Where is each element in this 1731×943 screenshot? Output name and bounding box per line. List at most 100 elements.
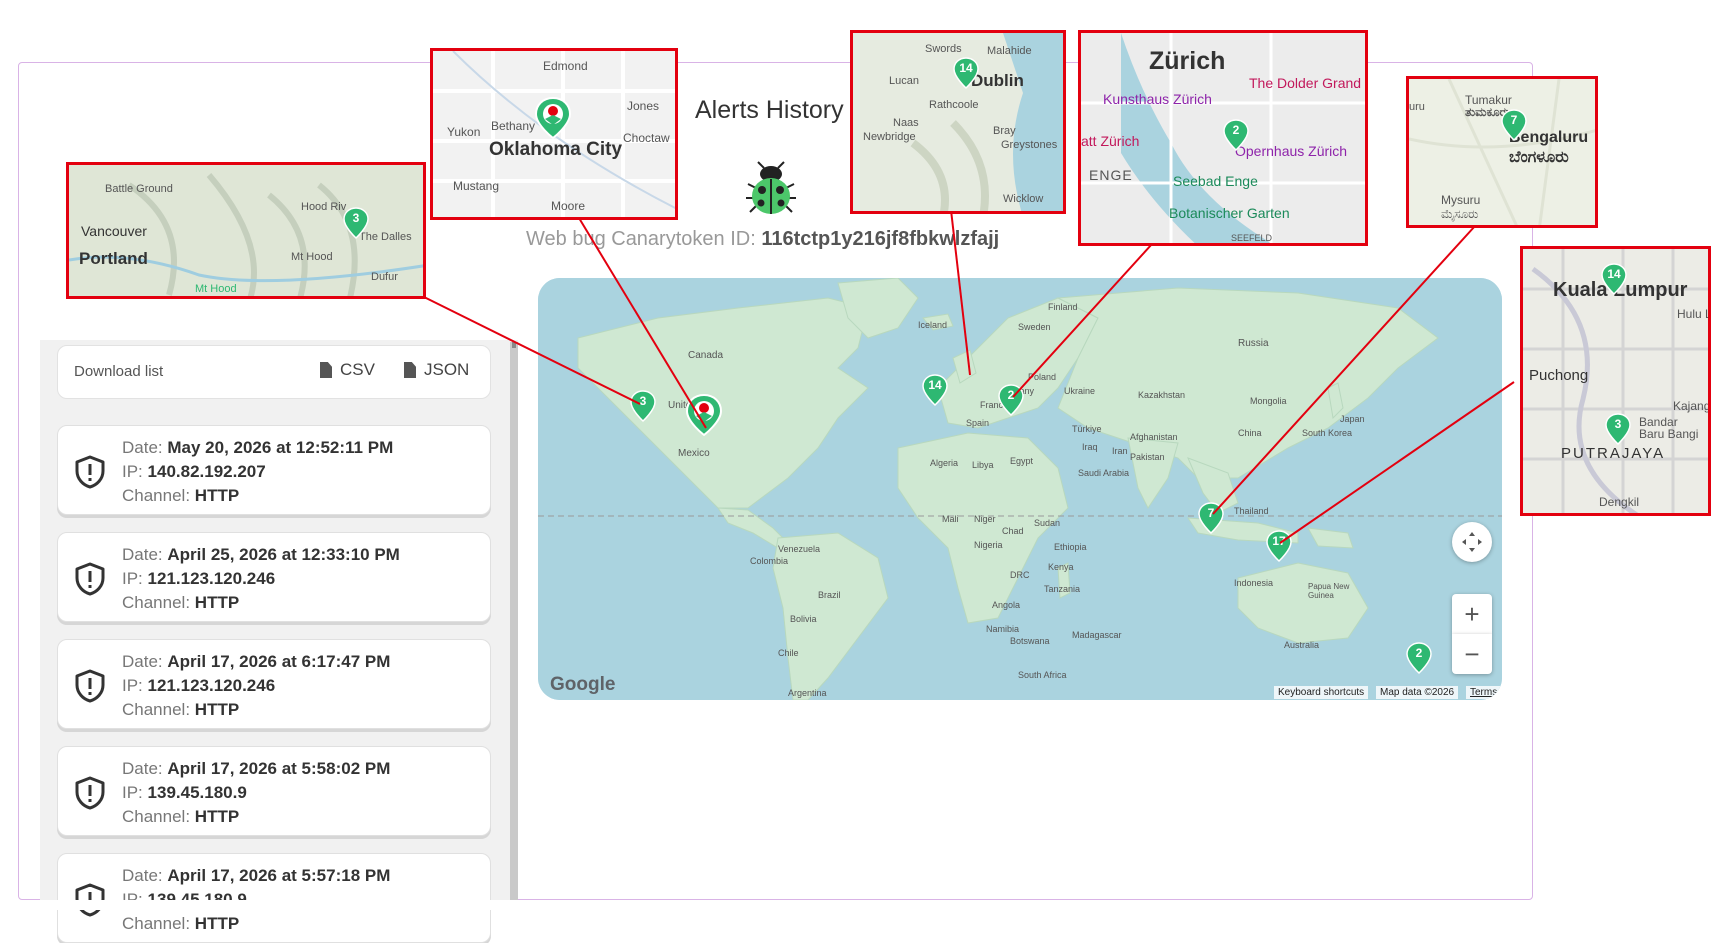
cluster-marker[interactable] [1605, 413, 1631, 445]
map-label: Chile [778, 648, 799, 658]
world-map[interactable]: Canada United Mexico Iceland Finland Swe… [538, 278, 1502, 700]
cluster-marker[interactable] [998, 384, 1024, 416]
fullscreen-button[interactable] [1452, 522, 1492, 562]
inset-dublin: Swords Malahide Lucan Dublin Rathcoole N… [850, 30, 1066, 214]
inset-label: Bethany [491, 119, 536, 133]
date-label: Date: [122, 545, 163, 564]
inset-label: Malahide [987, 45, 1032, 57]
inset-label: uru [1409, 101, 1425, 113]
json-file-icon [404, 362, 416, 378]
keyboard-shortcuts-link[interactable]: Keyboard shortcuts [1274, 686, 1369, 699]
csv-file-icon [320, 362, 332, 378]
inset-label: SEEFELD [1231, 233, 1273, 243]
alert-date: May 20, 2026 at 12:52:11 PM [167, 438, 394, 457]
map-label: Iran [1112, 446, 1128, 456]
map-label: Australia [1284, 640, 1320, 650]
canarytoken-id: Web bug Canarytoken ID: 116tctp1y216jf8f… [526, 228, 999, 251]
alert-item[interactable]: Date: April 25, 2026 at 12:33:10 PM IP: … [57, 532, 491, 622]
shield-alert-icon [75, 776, 105, 810]
map-label: Kenya [1048, 562, 1074, 572]
cluster-marker[interactable] [1266, 530, 1292, 562]
map-label: Poland [1028, 372, 1057, 382]
download-list-box: Download list CSV JSON [57, 345, 491, 399]
inset-label: Choctaw [623, 131, 670, 145]
bottom-mask [18, 900, 1538, 910]
inset-label: Mustang [453, 179, 500, 193]
map-label: Finland [1048, 302, 1078, 312]
cluster-marker[interactable] [922, 374, 948, 406]
map-label: Indonesia [1234, 578, 1274, 588]
cluster-marker[interactable] [1406, 642, 1432, 674]
inset-label: Portland [79, 249, 148, 268]
inset-label: Jones [627, 99, 660, 113]
map-label: Madagascar [1072, 630, 1122, 640]
map-label: Nigeria [974, 540, 1003, 550]
ladybug-icon [746, 161, 796, 214]
inset-label: Yukon [447, 125, 481, 139]
inset-label: Newbridge [863, 131, 916, 143]
cluster-marker[interactable] [343, 207, 369, 239]
zoom-out-button[interactable]: − [1452, 634, 1492, 674]
download-json-button[interactable]: JSON [404, 360, 469, 380]
alert-ip: 139.45.180.9 [147, 783, 247, 802]
map-label: Angola [992, 600, 1021, 610]
alerts-list-scrollbar[interactable] [510, 342, 518, 902]
alert-item[interactable]: Date: April 17, 2026 at 6:17:47 PM IP: 1… [57, 639, 491, 729]
cluster-marker[interactable] [953, 57, 979, 89]
map-label: Sweden [1018, 322, 1051, 332]
map-label: Argentina [788, 688, 827, 698]
cluster-marker[interactable] [1501, 109, 1527, 141]
cluster-marker[interactable] [1601, 263, 1627, 295]
inset-label: att Zürich [1081, 133, 1140, 149]
shield-alert-icon [75, 562, 105, 596]
location-marker-icon[interactable] [535, 97, 571, 139]
map-label: Canada [688, 350, 724, 361]
map-label: South Korea [1302, 428, 1353, 438]
inset-label: ಮೈಸೂರು [1441, 207, 1479, 221]
channel-label: Channel: [122, 486, 191, 505]
alert-ip: 121.123.120.246 [147, 676, 276, 695]
inset-label: Botanischer Garten [1169, 205, 1290, 221]
map-label: Russia [1238, 338, 1269, 349]
ip-label: IP: [122, 783, 143, 802]
shield-alert-icon [75, 669, 105, 703]
inset-label: Greystones [1001, 139, 1058, 151]
alert-item[interactable]: Date: April 17, 2026 at 5:58:02 PM IP: 1… [57, 746, 491, 836]
inset-zurich: Zürich The Dolder Grand Kunsthaus Zürich… [1078, 30, 1368, 246]
date-label: Date: [122, 438, 163, 457]
map-label: Algeria [930, 458, 959, 468]
download-csv-button[interactable]: CSV [320, 360, 375, 380]
date-label: Date: [122, 759, 163, 778]
location-marker-icon[interactable] [686, 394, 722, 436]
inset-label: Rathcoole [929, 99, 979, 111]
inset-label: Dufur [371, 271, 398, 283]
inset-label: The Dolder Grand [1249, 75, 1362, 91]
cluster-marker[interactable] [1223, 119, 1249, 151]
map-label: Tanzania [1044, 584, 1081, 594]
inset-label: Baru Bangi [1639, 427, 1699, 441]
alert-date: April 25, 2026 at 12:33:10 PM [167, 545, 400, 564]
date-label: Date: [122, 652, 163, 671]
ip-label: IP: [122, 462, 143, 481]
inset-label: Bray [993, 125, 1016, 137]
zoom-in-button[interactable]: + [1452, 594, 1492, 634]
inset-label: Kunsthaus Zürich [1103, 91, 1212, 107]
cluster-marker[interactable] [630, 390, 656, 422]
scrollbar-thumb[interactable] [512, 342, 516, 348]
terms-link[interactable]: Terms [1466, 686, 1502, 699]
alert-channel: HTTP [194, 807, 240, 826]
inset-label: Edmond [543, 59, 588, 73]
alert-item[interactable]: Date: April 17, 2026 at 5:57:18 PM IP: 1… [57, 853, 491, 943]
inset-label: Vancouver [81, 223, 147, 239]
map-label: Mongolia [1250, 396, 1287, 406]
alert-channel: HTTP [194, 700, 240, 719]
cluster-marker[interactable] [1198, 502, 1224, 534]
alert-item[interactable]: Date: May 20, 2026 at 12:52:11 PM IP: 14… [57, 425, 491, 515]
map-label: China [1238, 428, 1262, 438]
shield-alert-icon [75, 455, 105, 489]
map-label: Türkiye [1072, 424, 1102, 434]
inset-portland: Battle Ground Vancouver Portland Hood Ri… [66, 162, 426, 299]
inset-label: Kajang [1673, 399, 1711, 413]
json-label: JSON [424, 360, 470, 379]
map-label: Japan [1340, 414, 1365, 424]
